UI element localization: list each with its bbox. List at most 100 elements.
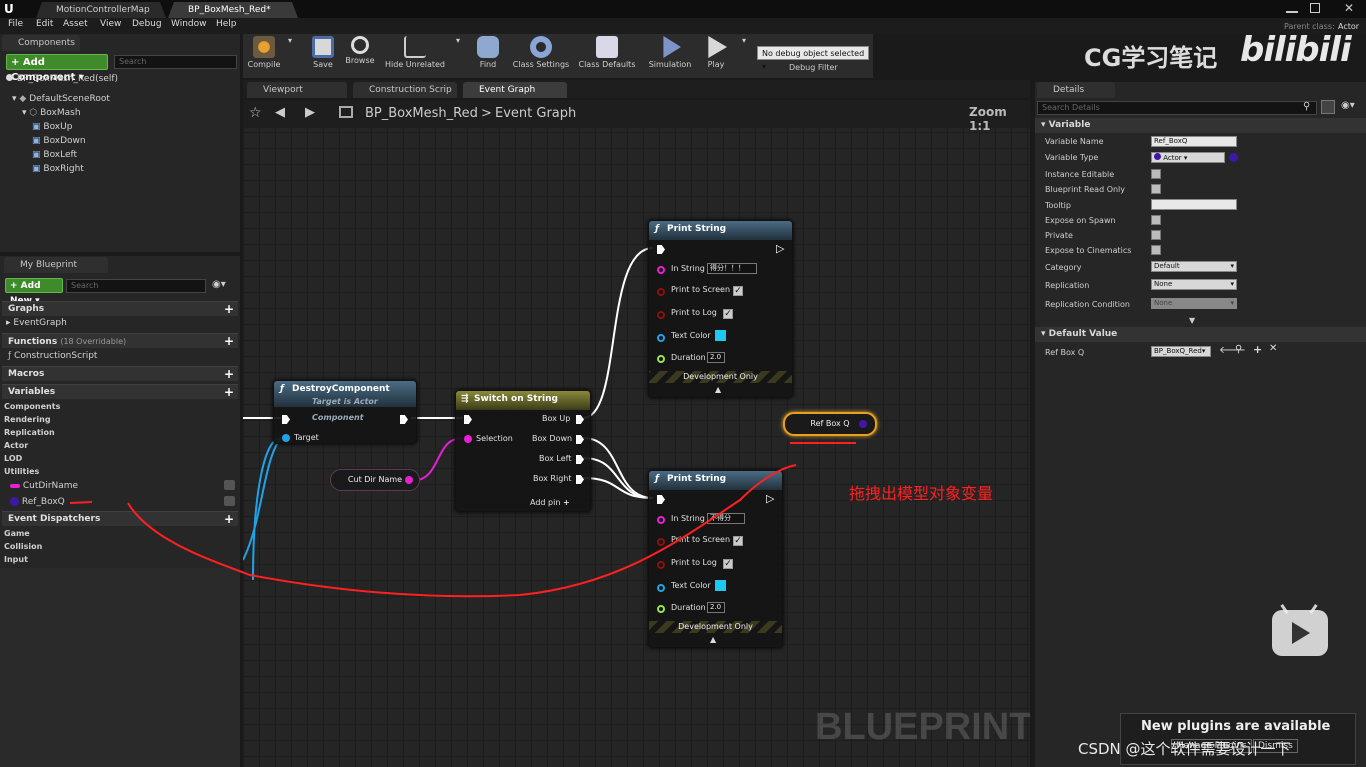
var-group-replication[interactable]: Replication: [4, 428, 55, 437]
compile-button[interactable]: Compile: [245, 36, 283, 76]
print-string-node-2[interactable]: ƒ Print String ▷ In String 不得分 Print to S…: [648, 470, 783, 648]
event-dispatchers-category[interactable]: Event Dispatchers +: [2, 511, 238, 526]
bilibili-tv-icon[interactable]: [1272, 610, 1328, 656]
duration-value[interactable]: 2.0: [707, 602, 725, 613]
save-button[interactable]: Save: [307, 36, 339, 76]
add-new-button[interactable]: + Add New ▾: [5, 278, 63, 306]
expand-arrow-icon[interactable]: ▲: [715, 385, 721, 394]
exec-out-pin[interactable]: ▷: [766, 492, 774, 505]
close-button[interactable]: ✕: [1335, 0, 1363, 17]
find-button[interactable]: Find: [473, 36, 503, 76]
details-tab[interactable]: Details: [1037, 82, 1115, 98]
menu-asset[interactable]: Asset: [63, 19, 88, 29]
text-color-pin[interactable]: [657, 334, 665, 342]
print-to-screen-pin[interactable]: [657, 288, 665, 296]
add-pin-button[interactable]: Add pin +: [530, 498, 570, 507]
add-dispatcher-icon[interactable]: +: [224, 513, 234, 525]
var-group-actor[interactable]: Actor: [4, 441, 28, 450]
menu-file[interactable]: File: [8, 19, 23, 29]
print-to-log-checkbox[interactable]: ✓: [723, 309, 733, 319]
dispatcher-group-collision[interactable]: Collision: [4, 542, 42, 551]
blueprint-search-input[interactable]: Search: [66, 279, 206, 293]
eye-options-icon[interactable]: ◉▾: [1341, 100, 1355, 111]
var-group-components[interactable]: Components: [4, 402, 60, 411]
case-box-left-pin[interactable]: [576, 455, 584, 464]
variable-type-dropdown[interactable]: Actor ▾: [1151, 152, 1225, 163]
in-string-pin[interactable]: [657, 516, 665, 524]
add-macro-icon[interactable]: +: [224, 368, 234, 380]
variable-section-header[interactable]: ▾ Variable: [1035, 118, 1366, 133]
browse-button[interactable]: Browse: [343, 36, 377, 76]
menu-edit[interactable]: Edit: [36, 19, 53, 29]
tooltip-input[interactable]: [1151, 199, 1237, 210]
text-color-swatch[interactable]: [715, 330, 726, 341]
play-options-button[interactable]: ▾: [739, 36, 749, 76]
window-tab-motioncontroller[interactable]: MotionControllerMap: [36, 2, 166, 18]
text-color-pin[interactable]: [657, 584, 665, 592]
component-self[interactable]: BP_BoxMesh_Red(self): [6, 74, 118, 84]
container-type-icon[interactable]: [1229, 153, 1238, 162]
class-defaults-button[interactable]: Class Defaults: [577, 36, 637, 76]
target-pin[interactable]: [282, 434, 290, 442]
variable-ref-boxq[interactable]: Ref_BoxQ: [10, 497, 65, 507]
text-color-swatch[interactable]: [715, 580, 726, 591]
print-to-log-checkbox[interactable]: ✓: [723, 559, 733, 569]
private-checkbox[interactable]: [1151, 230, 1161, 240]
graphs-category[interactable]: Graphs +: [2, 301, 238, 316]
default-value-dropdown[interactable]: BP_BoxQ_Red▾: [1151, 346, 1211, 357]
simulation-button[interactable]: Simulation: [645, 36, 695, 76]
case-box-right-pin[interactable]: [576, 475, 584, 484]
add-graph-icon[interactable]: +: [224, 303, 234, 315]
exec-in-pin[interactable]: [464, 415, 472, 424]
category-dropdown[interactable]: Default ▾: [1151, 261, 1237, 272]
components-tab[interactable]: Components: [2, 35, 80, 51]
variable-name-input[interactable]: Ref_BoxQ: [1151, 136, 1237, 147]
blueprint-read-only-checkbox[interactable]: [1151, 184, 1161, 194]
switch-on-string-node[interactable]: ⇶ Switch on String Selection Box Up Box D…: [455, 390, 591, 512]
duration-pin[interactable]: [657, 355, 665, 363]
event-graph-canvas[interactable]: ☆ ◀ ▶ BP_BoxMesh_Red > Event Graph Zoom …: [243, 100, 1030, 767]
clear-x-icon[interactable]: ✕: [1269, 343, 1277, 354]
maximize-button[interactable]: [1310, 3, 1320, 13]
in-string-value[interactable]: 不得分: [707, 513, 745, 524]
macros-category[interactable]: Macros +: [2, 366, 238, 381]
event-graph-item[interactable]: ▸ EventGraph: [6, 318, 67, 328]
grid-view-icon[interactable]: [1321, 100, 1335, 114]
construction-script-item[interactable]: ƒ ConstructionScript: [8, 351, 97, 361]
instance-editable-checkbox[interactable]: [1151, 169, 1161, 179]
ref-box-q-getter-node[interactable]: Ref Box Q: [783, 412, 877, 436]
var-group-lod[interactable]: LOD: [4, 454, 22, 463]
print-to-log-pin[interactable]: [657, 561, 665, 569]
in-string-pin[interactable]: [657, 266, 665, 274]
expose-on-spawn-checkbox[interactable]: [1151, 215, 1161, 225]
hide-unrelated-button[interactable]: Hide Unrelated: [385, 36, 445, 76]
case-box-down-pin[interactable]: [576, 435, 584, 444]
hide-unrelated-options[interactable]: ▾: [453, 36, 463, 76]
print-string-node-1[interactable]: ƒ Print String ▷ In String 得分！！！ Print to…: [648, 220, 793, 398]
tab-viewport[interactable]: Viewport: [247, 82, 347, 98]
var-group-utilities[interactable]: Utilities: [4, 467, 39, 476]
minimize-button[interactable]: [1286, 3, 1298, 13]
component-default-scene-root[interactable]: ▾ ◆ DefaultSceneRoot: [12, 94, 110, 104]
advanced-expand-icon[interactable]: ▼: [1189, 316, 1195, 325]
window-tab-blueprint[interactable]: BP_BoxMesh_Red*: [168, 2, 298, 18]
print-to-screen-checkbox[interactable]: ✓: [733, 536, 743, 546]
add-variable-icon[interactable]: +: [224, 386, 234, 398]
exec-in-pin[interactable]: [282, 415, 290, 424]
exec-in-pin[interactable]: [657, 495, 665, 504]
menu-help[interactable]: Help: [216, 19, 237, 29]
var-group-rendering[interactable]: Rendering: [4, 415, 51, 424]
eye-toggle-icon[interactable]: [224, 480, 235, 490]
selection-pin[interactable]: [464, 435, 472, 443]
print-to-screen-pin[interactable]: [657, 538, 665, 546]
variable-cutdirname[interactable]: CutDirName: [10, 481, 78, 491]
default-value-section-header[interactable]: ▾ Default Value: [1035, 327, 1366, 342]
component-boxmash[interactable]: ▾ ⬡ BoxMash: [22, 108, 81, 118]
replication-dropdown[interactable]: None ▾: [1151, 279, 1237, 290]
component-boxup[interactable]: ▣ BoxUp: [32, 122, 72, 132]
variables-category[interactable]: Variables +: [2, 384, 238, 399]
expose-to-cinematics-checkbox[interactable]: [1151, 245, 1161, 255]
debug-object-select[interactable]: No debug object selected ▾: [757, 46, 869, 71]
destroy-component-node[interactable]: ƒ DestroyComponent Target is Actor Compon…: [273, 380, 417, 444]
duration-pin[interactable]: [657, 605, 665, 613]
